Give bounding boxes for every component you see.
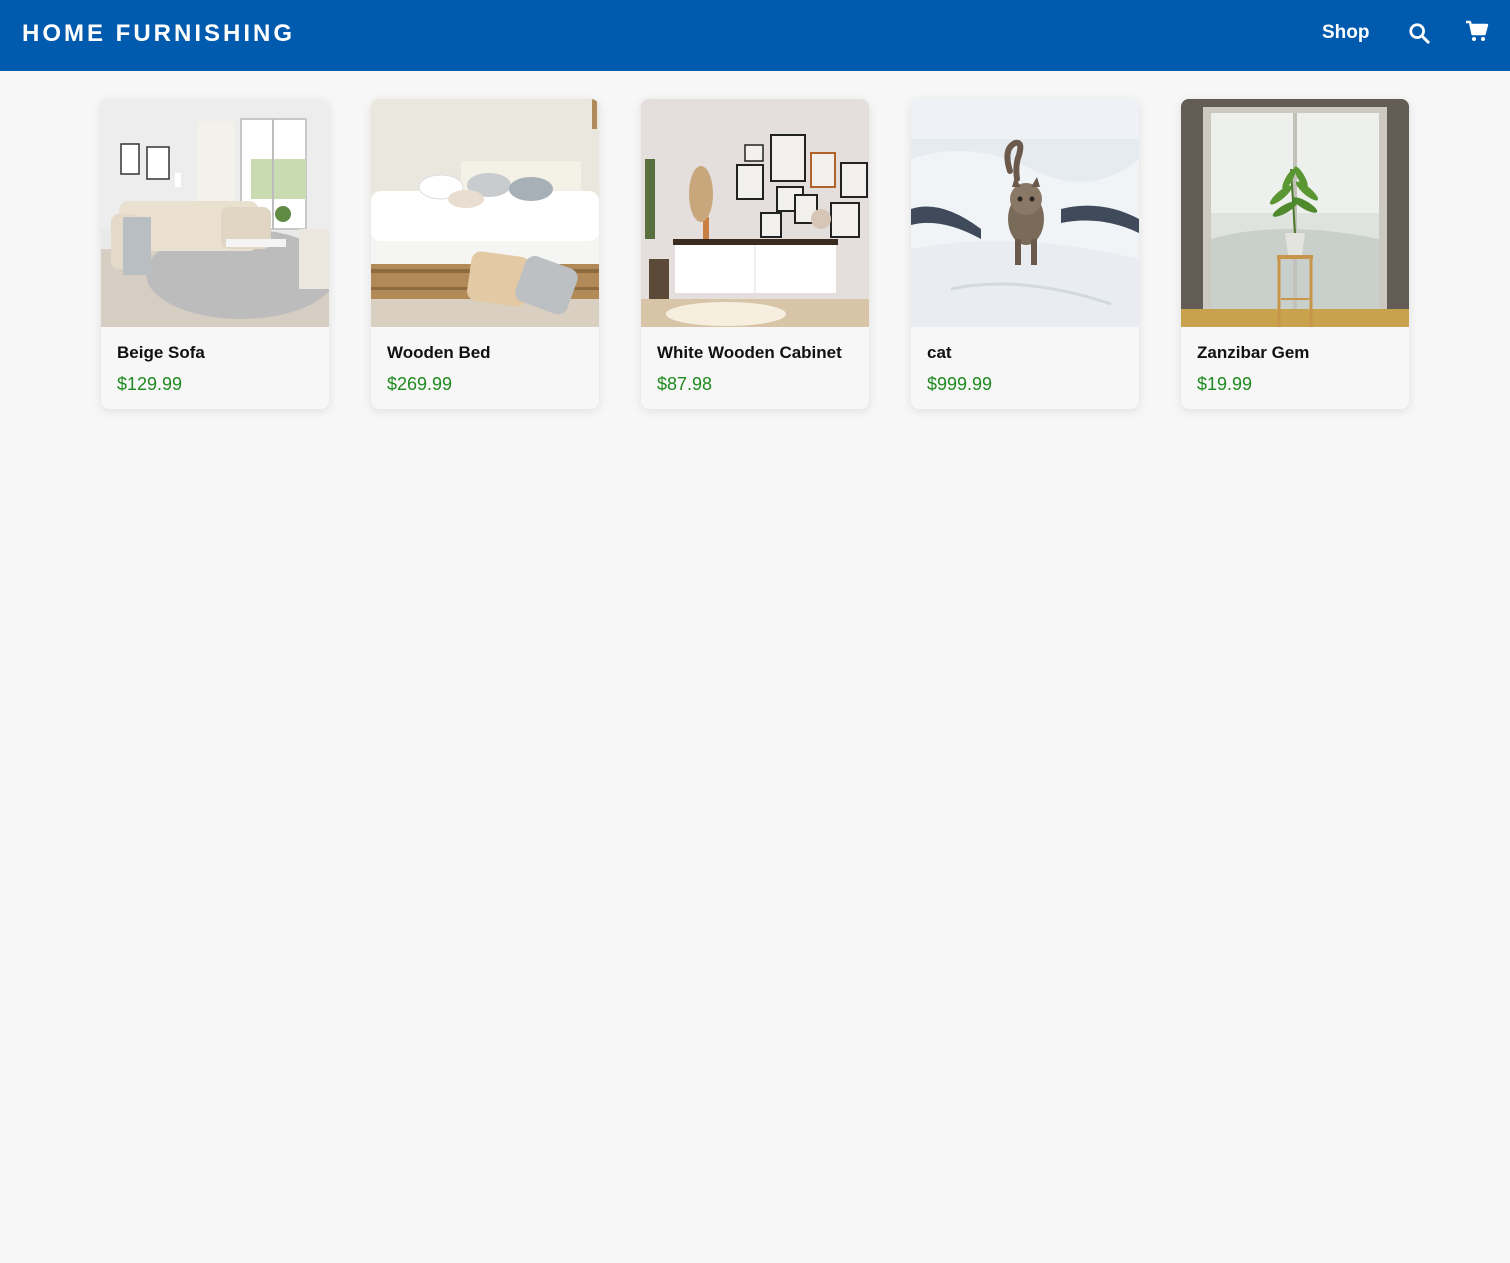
product-card[interactable]: White Wooden Cabinet $87.98 xyxy=(641,99,869,409)
product-image-white-cabinet[interactable] xyxy=(641,99,869,327)
product-card-body: Beige Sofa $129.99 xyxy=(101,327,329,395)
product-card-body: cat $999.99 xyxy=(911,327,1139,395)
product-card-body: Zanzibar Gem $19.99 xyxy=(1181,327,1409,395)
cart-icon[interactable] xyxy=(1464,18,1490,44)
product-price: $129.99 xyxy=(117,374,183,394)
product-card[interactable]: Beige Sofa $129.99 xyxy=(101,99,329,409)
product-name[interactable]: Wooden Bed xyxy=(387,343,583,365)
product-card-body: White Wooden Cabinet $87.98 xyxy=(641,327,869,395)
product-card[interactable]: Zanzibar Gem $19.99 xyxy=(1181,99,1409,409)
product-name[interactable]: White Wooden Cabinet xyxy=(657,343,853,365)
product-name[interactable]: cat xyxy=(927,343,1123,365)
product-grid: Beige Sofa $129.99 Wooden Bed $269.99 Wh… xyxy=(101,99,1409,409)
product-price: $87.98 xyxy=(657,374,713,394)
search-icon[interactable] xyxy=(1406,20,1432,46)
product-image-potted-plant[interactable] xyxy=(1181,99,1409,327)
product-image-beige-sofa[interactable] xyxy=(101,99,329,327)
product-card-body: Wooden Bed $269.99 xyxy=(371,327,599,395)
top-navbar: HOME FURNISHING Shop xyxy=(0,0,1510,71)
product-name[interactable]: Zanzibar Gem xyxy=(1197,343,1393,365)
product-image-kitten-on-bed[interactable] xyxy=(911,99,1139,327)
product-image-wooden-bed[interactable] xyxy=(371,99,599,327)
product-name[interactable]: Beige Sofa xyxy=(117,343,313,365)
product-card[interactable]: cat $999.99 xyxy=(911,99,1139,409)
product-price: $269.99 xyxy=(387,374,453,394)
product-price: $19.99 xyxy=(1197,374,1253,394)
brand-logo-link[interactable]: HOME FURNISHING xyxy=(22,20,295,48)
nav-shop-link[interactable]: Shop xyxy=(1322,22,1370,44)
product-price: $999.99 xyxy=(927,374,993,394)
product-card[interactable]: Wooden Bed $269.99 xyxy=(371,99,599,409)
